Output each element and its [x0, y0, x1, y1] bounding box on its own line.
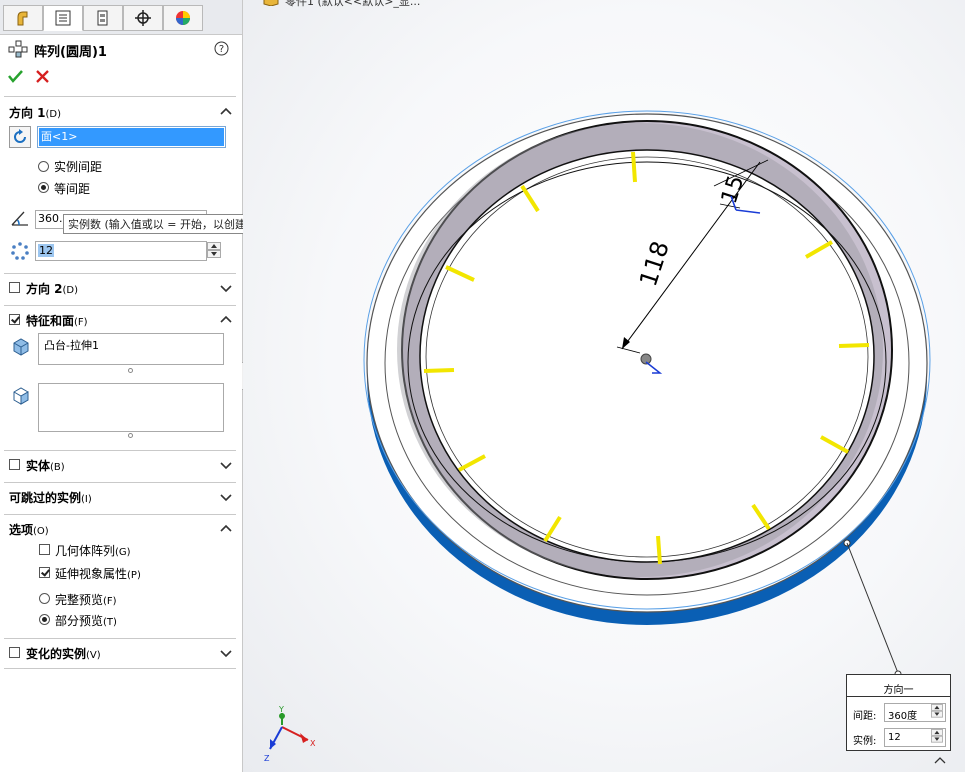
appearance-icon: [176, 11, 190, 25]
propertymanager-icon: [55, 10, 71, 26]
features-faces-header[interactable]: 特征和面(F): [26, 312, 88, 329]
instance-count-value: 12: [38, 244, 54, 257]
direction1-face-field[interactable]: 面<1>: [37, 126, 226, 148]
tick-mark: [423, 368, 455, 373]
chevron-up-icon[interactable]: [219, 523, 233, 533]
tick-mark: [838, 343, 870, 348]
tab-configurationmanager[interactable]: [83, 5, 123, 31]
bodies-header[interactable]: 实体(B): [26, 457, 65, 474]
callout-leader: [846, 542, 899, 674]
model-view[interactable]: 118 15 Y X Z: [243, 0, 965, 772]
angle-icon: [11, 211, 28, 226]
callout-spacing-label: 间距:: [853, 711, 877, 722]
axis-x-label: X: [310, 739, 316, 748]
propagate-visual-label: 延伸视象属性(P): [55, 567, 141, 581]
geometry-pattern-checkbox[interactable]: [39, 544, 50, 555]
crosshair-icon: [135, 10, 151, 26]
cancel-x-icon[interactable]: [36, 70, 49, 83]
instance-spacing-radio[interactable]: [38, 161, 49, 172]
callout-count-spinner[interactable]: [931, 729, 943, 743]
features-faces-checkbox[interactable]: [9, 314, 20, 325]
vary-instances-checkbox[interactable]: [9, 647, 20, 658]
direction1-header[interactable]: 方向 1(D): [9, 104, 61, 121]
callout-spacing-input[interactable]: 360度: [884, 703, 946, 722]
axis-z-label: Z: [264, 754, 270, 763]
callout-spacing-value: 360度: [888, 711, 918, 722]
instance-count-input[interactable]: 12: [35, 241, 207, 261]
tick-mark: [631, 151, 637, 183]
callout-count-label: 实例:: [853, 736, 877, 747]
chevron-up-icon[interactable]: [219, 106, 233, 116]
chevron-up-icon[interactable]: [219, 314, 233, 324]
features-list-box[interactable]: 凸台-拉伸1: [38, 333, 224, 365]
spin-down-icon[interactable]: [207, 250, 221, 258]
vary-instances-header[interactable]: 变化的实例(V): [26, 645, 101, 662]
view-triad: [269, 713, 309, 750]
tab-dimxpert[interactable]: [123, 5, 163, 31]
tab-propertymanager[interactable]: [43, 5, 83, 31]
instance-count-spinner[interactable]: [207, 242, 221, 260]
configurationmanager-icon: [97, 10, 108, 26]
resize-handle[interactable]: [128, 433, 133, 438]
tab-displaymanager[interactable]: [163, 5, 203, 31]
feature-title: 阵列(圆周)1: [34, 45, 107, 60]
tick-mark: [656, 535, 662, 565]
callout-title: 方向一: [883, 685, 914, 696]
direction2-header[interactable]: 方向 2(D): [26, 280, 78, 297]
full-preview-label: 完整预览(F): [55, 593, 117, 607]
callout-spacing-spinner[interactable]: [931, 704, 943, 718]
help-icon[interactable]: ?: [214, 41, 229, 56]
callout-count-value: 12: [888, 732, 901, 743]
tab-featuremanager[interactable]: [3, 5, 43, 31]
instances-icon: [11, 242, 29, 260]
equal-spacing-radio[interactable]: [38, 182, 49, 193]
equal-spacing-label: 等间距: [54, 182, 91, 196]
propagate-visual-checkbox[interactable]: [39, 567, 50, 578]
chevron-up-icon: [934, 757, 946, 764]
svg-text:?: ?: [219, 44, 224, 55]
rotate-direction-button[interactable]: [9, 126, 31, 148]
reverse-direction-icon: [14, 129, 26, 143]
features-list-item[interactable]: 凸台-拉伸1: [44, 337, 99, 353]
featuremanager-icon: [17, 11, 28, 26]
ok-check-icon[interactable]: [8, 69, 23, 83]
chevron-down-icon[interactable]: [219, 648, 233, 658]
chevron-down-icon[interactable]: [219, 283, 233, 293]
bodies-checkbox[interactable]: [9, 459, 20, 470]
faces-to-pattern-icon: [13, 387, 29, 405]
options-header[interactable]: 选项(O): [9, 521, 49, 538]
manager-tabs: [0, 0, 242, 35]
axis-y-label: Y: [278, 705, 284, 714]
partial-preview-radio[interactable]: [39, 614, 50, 625]
direction2-checkbox[interactable]: [9, 282, 20, 293]
chevron-down-icon[interactable]: [219, 492, 233, 502]
spin-up-icon[interactable]: [207, 242, 221, 250]
direction-callout: 方向一 间距: 360度 实例: 12: [846, 674, 951, 751]
face-selection[interactable]: 面<1>: [39, 128, 224, 146]
callout-count-input[interactable]: 12: [884, 728, 946, 747]
features-to-pattern-icon: [13, 338, 29, 356]
chevron-down-icon[interactable]: [219, 460, 233, 470]
resize-handle[interactable]: [128, 368, 133, 373]
geometry-pattern-label: 几何体阵列(G): [55, 544, 131, 558]
instance-spacing-label: 实例间距: [54, 160, 103, 174]
full-preview-radio[interactable]: [39, 593, 50, 604]
circular-pattern-icon: [8, 40, 28, 58]
partial-preview-label: 部分预览(T): [55, 614, 117, 628]
property-manager-panel: 阵列(圆周)1 ? 方向 1(D) 面<1> 实例间距 等间距 360.0 12…: [0, 0, 243, 772]
skip-instances-header[interactable]: 可跳过的实例(I): [9, 489, 92, 506]
faces-list-box[interactable]: [38, 383, 224, 432]
